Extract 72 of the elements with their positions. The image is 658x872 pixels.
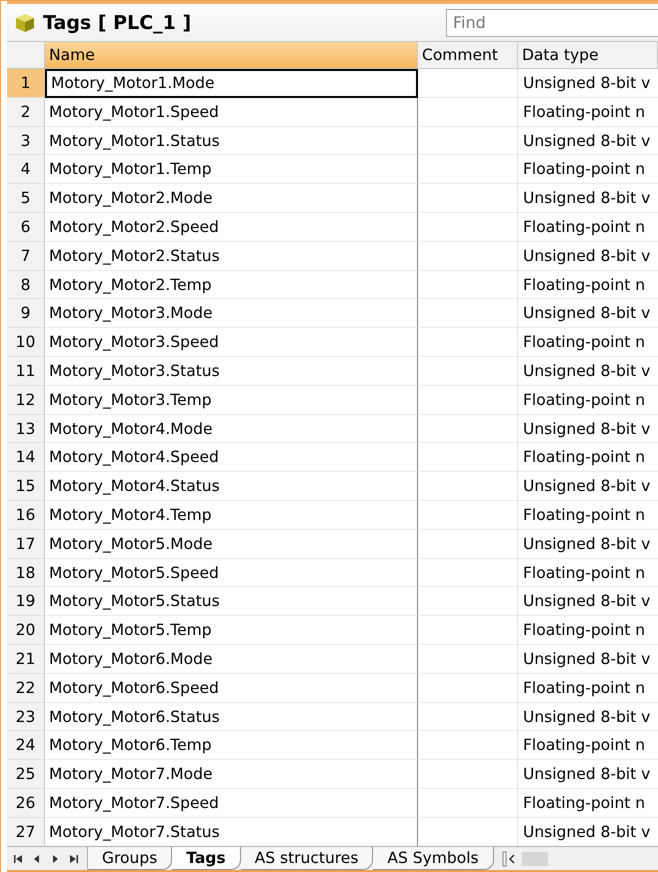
- row-header[interactable]: 4: [7, 155, 45, 184]
- table-cell: Motory_Motor4.Temp: [45, 500, 418, 530]
- table-cell: Unsigned 8-bit v: [518, 126, 658, 156]
- row-header[interactable]: 12: [7, 386, 45, 415]
- table-cell: Unsigned 8-bit v: [518, 702, 658, 732]
- table-cell: Motory_Motor3.Mode: [45, 299, 418, 328]
- row-header[interactable]: 9: [7, 299, 45, 328]
- table-cell: Floating-point n: [518, 558, 658, 588]
- table-cell: Motory_Motor5.Speed: [45, 558, 418, 588]
- table-cell: Motory_Motor1.Mode: [45, 69, 418, 98]
- sheet-tab[interactable]: Tags: [172, 847, 241, 870]
- row-header[interactable]: 24: [7, 731, 45, 760]
- row-header[interactable]: 8: [7, 270, 45, 300]
- row-header[interactable]: 22: [7, 674, 45, 703]
- sheet-tab[interactable]: Groups: [88, 847, 172, 870]
- search-field[interactable]: Find: [446, 8, 658, 36]
- row-header[interactable]: 2: [7, 98, 45, 127]
- scroll-left-icon[interactable]: [502, 850, 516, 866]
- table-cell: Motory_Motor6.Temp: [45, 731, 418, 760]
- column-header[interactable]: Data type: [518, 42, 658, 69]
- column-header[interactable]: Comment: [418, 42, 518, 69]
- row-header[interactable]: 1: [7, 69, 45, 98]
- row-header[interactable]: 10: [7, 328, 45, 357]
- table-cell: Floating-point n: [518, 674, 658, 703]
- panel-title: Tags [ PLC_1 ]: [43, 12, 192, 34]
- table-cell: Motory_Motor1.Status: [45, 126, 418, 156]
- row-header[interactable]: 15: [7, 472, 45, 501]
- sheet-tab[interactable]: AS structures: [240, 847, 374, 870]
- table-cell: Motory_Motor3.Temp: [45, 386, 418, 415]
- row-header[interactable]: 3: [7, 126, 45, 156]
- row-header[interactable]: 19: [7, 587, 45, 616]
- row-header[interactable]: 14: [7, 443, 45, 472]
- row-header[interactable]: 6: [7, 212, 45, 242]
- scroll-thumb[interactable]: [522, 852, 548, 866]
- row-header[interactable]: 5: [7, 184, 45, 213]
- table-cell: Motory_Motor5.Mode: [45, 530, 418, 559]
- row-header[interactable]: 21: [7, 644, 45, 674]
- table-cell: Motory_Motor2.Temp: [45, 270, 418, 300]
- row-header[interactable]: 20: [7, 616, 45, 645]
- table-cell: Motory_Motor3.Status: [45, 356, 418, 386]
- table-cell: Motory_Motor4.Speed: [45, 443, 418, 472]
- sheet-tab[interactable]: AS Symbols: [373, 847, 494, 870]
- row-header[interactable]: 17: [7, 530, 45, 559]
- table-cell: Motory_Motor4.Status: [45, 472, 418, 501]
- table-cell: Motory_Motor6.Status: [45, 702, 418, 732]
- table-cell: Motory_Motor3.Speed: [45, 328, 418, 357]
- cube-icon: [15, 12, 35, 32]
- table-cell: Motory_Motor5.Status: [45, 587, 418, 616]
- corner-cell: [7, 42, 45, 69]
- row-header[interactable]: 27: [7, 818, 45, 846]
- row-header[interactable]: 7: [7, 242, 45, 271]
- table-cell: Motory_Motor6.Speed: [45, 674, 418, 703]
- table-cell: Motory_Motor6.Mode: [45, 644, 418, 674]
- table-cell: Motory_Motor2.Speed: [45, 212, 418, 242]
- column-header[interactable]: Name: [45, 42, 418, 69]
- row-header[interactable]: 13: [7, 414, 45, 444]
- row-header[interactable]: 11: [7, 356, 45, 386]
- table-cell: Motory_Motor7.Speed: [45, 788, 418, 818]
- row-header[interactable]: 26: [7, 788, 45, 818]
- row-header[interactable]: 23: [7, 702, 45, 732]
- row-header[interactable]: 25: [7, 760, 45, 789]
- row-header[interactable]: 16: [7, 500, 45, 530]
- table-cell: Motory_Motor1.Temp: [45, 155, 418, 184]
- row-header[interactable]: 18: [7, 558, 45, 588]
- table-cell: Motory_Motor2.Status: [45, 242, 418, 271]
- table-cell: Motory_Motor5.Temp: [45, 616, 418, 645]
- table-cell: Motory_Motor2.Mode: [45, 184, 418, 213]
- table-cell: Motory_Motor1.Speed: [45, 98, 418, 127]
- table-cell: Unsigned 8-bit v: [518, 414, 658, 444]
- table-cell: Motory_Motor4.Mode: [45, 414, 418, 444]
- table-cell: Motory_Motor7.Mode: [45, 760, 418, 789]
- table-cell: Floating-point n: [518, 270, 658, 300]
